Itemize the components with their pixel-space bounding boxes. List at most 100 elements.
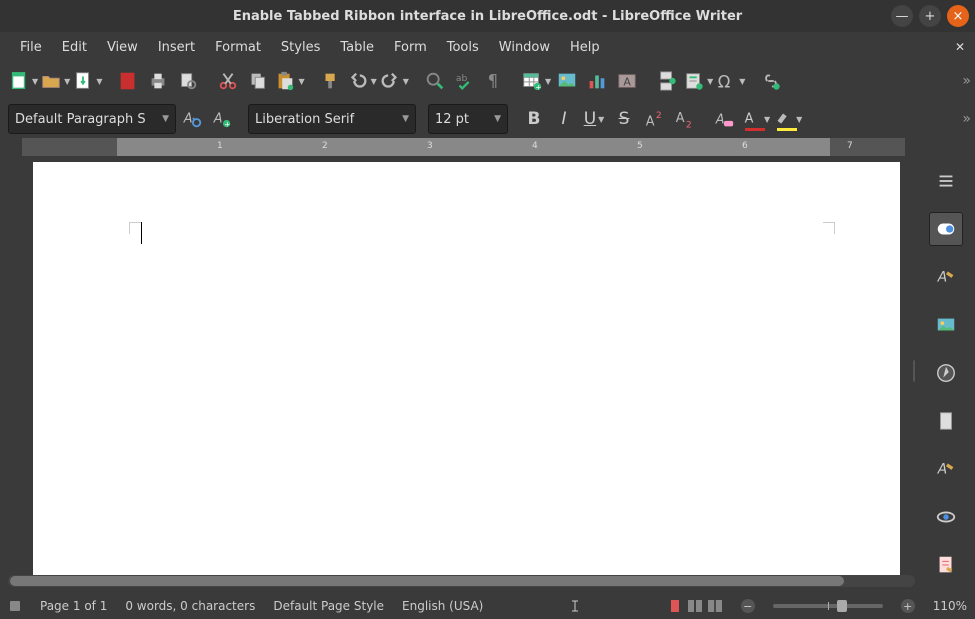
paragraph-style-value: Default Paragraph S <box>15 112 146 127</box>
highlight-color-button[interactable]: ▼ <box>772 104 802 134</box>
svg-text:A: A <box>183 112 193 127</box>
window-minimize[interactable]: — <box>891 5 913 27</box>
zoom-out-button[interactable]: − <box>741 599 755 613</box>
zoom-slider[interactable] <box>773 604 883 608</box>
svg-text:A: A <box>937 270 947 286</box>
menubar: File Edit View Insert Format Styles Tabl… <box>0 32 975 62</box>
sidebar-accessibility-button[interactable] <box>929 500 963 534</box>
sidebar-menu-icon[interactable] <box>929 164 963 198</box>
menu-table[interactable]: Table <box>330 36 384 59</box>
svg-text:A: A <box>646 114 655 129</box>
horizontal-ruler[interactable]: 1 2 3 4 5 6 7 <box>0 138 975 158</box>
multi-page-view-icon[interactable] <box>687 599 703 613</box>
svg-text:A: A <box>937 462 947 478</box>
cut-button[interactable] <box>214 66 242 96</box>
clone-formatting-button[interactable] <box>317 66 345 96</box>
window-maximize[interactable]: + <box>919 5 941 27</box>
copy-button[interactable] <box>244 66 272 96</box>
toolbar-overflow-icon[interactable]: » <box>962 73 971 89</box>
insert-textbox-button[interactable]: A <box>613 66 641 96</box>
insert-mode-icon[interactable] <box>568 599 582 613</box>
menu-tools[interactable]: Tools <box>437 36 489 59</box>
insert-chart-button[interactable] <box>583 66 611 96</box>
open-button[interactable]: ▼ <box>40 66 70 96</box>
save-button[interactable]: ▼ <box>72 66 102 96</box>
update-style-button[interactable]: A <box>178 104 206 134</box>
font-name-value: Liberation Serif <box>255 112 354 127</box>
clear-formatting-button[interactable]: A <box>710 104 738 134</box>
svg-text:+: + <box>535 82 541 91</box>
window-close[interactable]: × <box>947 5 969 27</box>
menu-insert[interactable]: Insert <box>148 36 205 59</box>
svg-text:A: A <box>745 112 754 127</box>
statusbar: Page 1 of 1 0 words, 0 characters Defaul… <box>0 593 975 619</box>
find-replace-button[interactable] <box>421 66 449 96</box>
sidebar-panel: A A <box>925 158 967 583</box>
sidebar-manage-changes-button[interactable] <box>929 548 963 582</box>
strikethrough-button[interactable]: S <box>610 104 638 134</box>
insert-symbol-button[interactable]: Ω▼ <box>715 66 745 96</box>
font-color-button[interactable]: A▼ <box>740 104 770 134</box>
font-name-combo[interactable]: Liberation Serif ▼ <box>248 104 416 134</box>
horizontal-scrollbar[interactable] <box>8 575 915 587</box>
zoom-in-button[interactable]: + <box>901 599 915 613</box>
menu-window[interactable]: Window <box>489 36 560 59</box>
bold-button[interactable]: B <box>520 104 548 134</box>
svg-text:2: 2 <box>656 110 662 121</box>
sidebar-navigator-button[interactable] <box>929 356 963 390</box>
redo-button[interactable]: ▼ <box>379 66 409 96</box>
status-wordcount[interactable]: 0 words, 0 characters <box>125 599 255 613</box>
sidebar-expand-handle[interactable] <box>913 360 915 382</box>
menu-edit[interactable]: Edit <box>52 36 97 59</box>
paste-button[interactable]: ▼ <box>274 66 304 96</box>
menu-styles[interactable]: Styles <box>271 36 330 59</box>
save-status-icon[interactable] <box>8 599 22 613</box>
font-size-combo[interactable]: 12 pt ▼ <box>428 104 508 134</box>
svg-text:A: A <box>213 112 223 127</box>
insert-image-button[interactable] <box>553 66 581 96</box>
export-pdf-button[interactable] <box>114 66 142 96</box>
underline-button[interactable]: U▼ <box>580 104 608 134</box>
superscript-button[interactable]: A2 <box>640 104 668 134</box>
zoom-percent[interactable]: 110% <box>933 599 967 613</box>
font-size-value: 12 pt <box>435 112 469 127</box>
document-close-icon[interactable]: ✕ <box>955 40 965 54</box>
zoom-thumb[interactable] <box>837 600 847 612</box>
undo-button[interactable]: ▼ <box>347 66 377 96</box>
hscroll-thumb[interactable] <box>10 576 844 586</box>
insert-hyperlink-button[interactable] <box>757 66 785 96</box>
new-style-button[interactable]: A+ <box>208 104 236 134</box>
paragraph-style-combo[interactable]: Default Paragraph S ▼ <box>8 104 176 134</box>
insert-table-button[interactable]: +▼ <box>521 66 551 96</box>
new-document-button[interactable]: ▼ <box>8 66 38 96</box>
svg-text:+: + <box>224 119 230 128</box>
single-page-view-icon[interactable] <box>667 599 683 613</box>
menu-view[interactable]: View <box>97 36 148 59</box>
sidebar-gallery-button[interactable] <box>929 308 963 342</box>
menu-help[interactable]: Help <box>560 36 610 59</box>
menu-form[interactable]: Form <box>384 36 437 59</box>
document-page[interactable] <box>33 162 900 582</box>
text-cursor <box>141 222 142 244</box>
format-toolbar-overflow-icon[interactable]: » <box>962 111 971 127</box>
menu-file[interactable]: File <box>10 36 52 59</box>
book-view-icon[interactable] <box>707 599 723 613</box>
spellcheck-button[interactable]: ab <box>451 66 479 96</box>
status-pagestyle[interactable]: Default Page Style <box>273 599 384 613</box>
status-page[interactable]: Page 1 of 1 <box>40 599 107 613</box>
menu-format[interactable]: Format <box>205 36 271 59</box>
formatting-toolbar: Default Paragraph S ▼ A A+ Liberation Se… <box>0 100 975 138</box>
insert-page-break-button[interactable] <box>653 66 681 96</box>
print-button[interactable] <box>144 66 172 96</box>
sidebar-style-inspector-button[interactable]: A <box>929 452 963 486</box>
insert-field-button[interactable]: ▼ <box>683 66 713 96</box>
italic-button[interactable]: I <box>550 104 578 134</box>
formatting-marks-button[interactable]: ¶ <box>481 66 509 96</box>
print-preview-button[interactable] <box>174 66 202 96</box>
status-language[interactable]: English (USA) <box>402 599 483 613</box>
sidebar-styles-button[interactable]: A <box>929 260 963 294</box>
sidebar-page-button[interactable] <box>929 404 963 438</box>
subscript-button[interactable]: A2 <box>670 104 698 134</box>
svg-text:¶: ¶ <box>488 72 499 91</box>
sidebar-properties-button[interactable] <box>929 212 963 246</box>
